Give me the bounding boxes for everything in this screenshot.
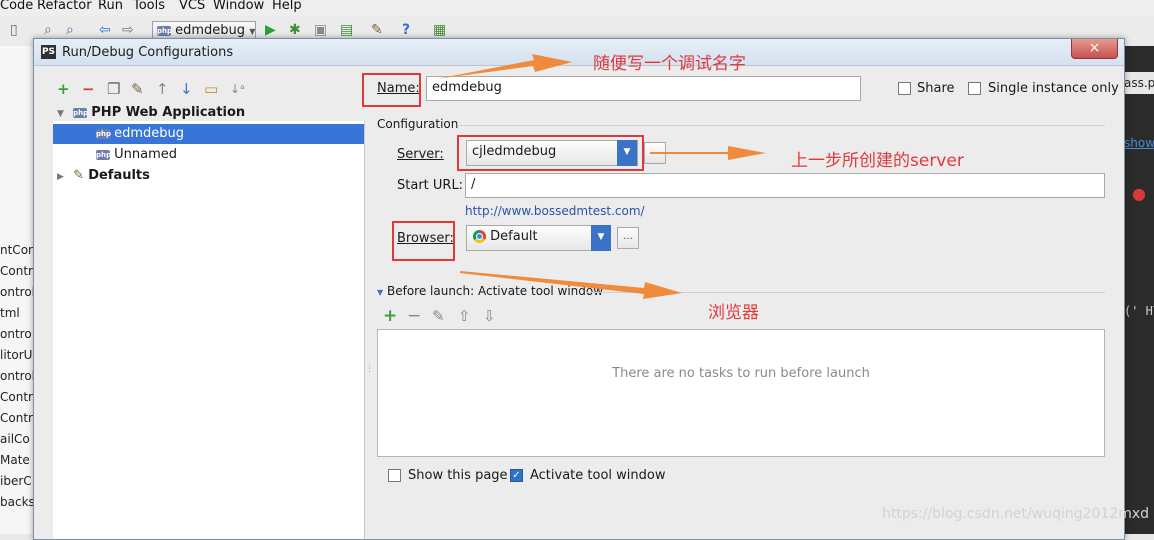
watermark: https://blog.csdn.net/wuqing2012mxd	[882, 506, 1150, 522]
server-annotation: 上一步所创建的server	[791, 151, 964, 171]
arrow-from-server	[650, 146, 766, 160]
browser-annotation: 浏览器	[708, 303, 759, 323]
name-annotation: 随便写一个调试名字	[593, 54, 746, 74]
annotation-arrows	[436, 54, 766, 299]
arrow-to-name	[436, 54, 572, 79]
arrow-to-browser	[460, 271, 682, 299]
